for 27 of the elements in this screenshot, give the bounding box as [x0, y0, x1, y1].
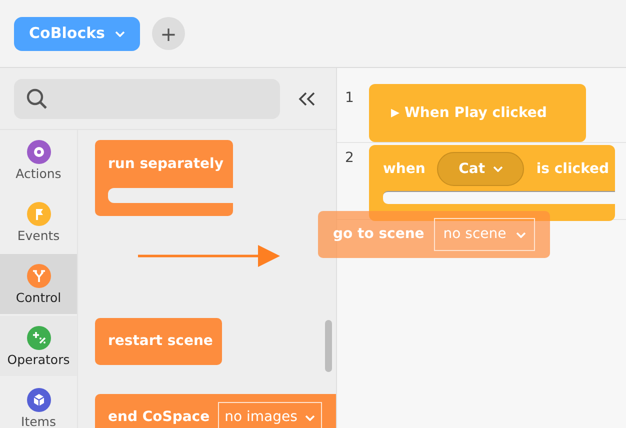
- line-number: 1: [345, 89, 354, 108]
- chevron-down-icon: [305, 414, 316, 420]
- project-button[interactable]: CoBlocks: [14, 16, 140, 50]
- chevron-down-icon: [115, 30, 125, 36]
- dropdown[interactable]: no images: [218, 402, 322, 428]
- chevron-down-icon: [516, 232, 526, 238]
- add-button[interactable]: +: [152, 17, 185, 50]
- block[interactable]: end CoSpace no images: [95, 394, 336, 428]
- scrollbar[interactable]: [325, 320, 332, 372]
- line-number: 2: [345, 149, 354, 168]
- chevron-down-icon: [493, 166, 504, 172]
- category-item[interactable]: Control: [0, 254, 77, 314]
- arrow-icon: [138, 244, 280, 268]
- category-item[interactable]: Items: [0, 378, 77, 428]
- event-block[interactable]: when Cat is clicked: [369, 145, 615, 221]
- category-item[interactable]: Actions: [0, 130, 77, 190]
- search-field[interactable]: [14, 78, 280, 118]
- dragged-block[interactable]: go to scene no scene: [318, 211, 550, 258]
- search-icon: [26, 88, 48, 110]
- c-block[interactable]: run separately: [95, 140, 233, 216]
- dropdown[interactable]: Cat: [437, 152, 524, 186]
- collapse-icon[interactable]: [298, 92, 316, 106]
- block[interactable]: restart scene: [95, 318, 222, 365]
- category-item[interactable]: Operators: [0, 316, 77, 376]
- event-block[interactable]: ▶ When Play clicked: [369, 84, 586, 142]
- category-item[interactable]: Events: [0, 192, 77, 252]
- dropdown[interactable]: no scene: [434, 218, 536, 251]
